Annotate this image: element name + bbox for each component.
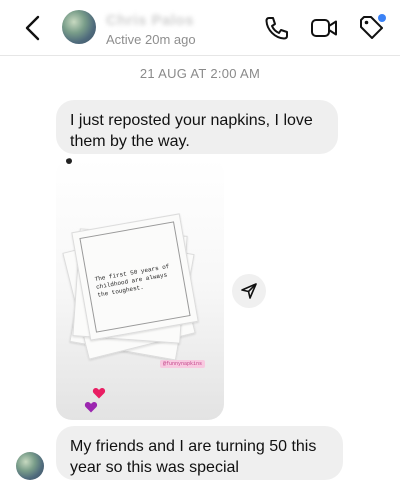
heart-icon xyxy=(84,402,98,413)
video-call-icon[interactable] xyxy=(310,15,338,41)
contact-name[interactable]: Chris Palos xyxy=(106,12,194,29)
post-handle-tag: @funnynapkins xyxy=(160,360,206,368)
message-timestamp: 21 AUG AT 2:00 AM xyxy=(139,66,261,81)
chat-header: Chris Palos Active 20m ago xyxy=(0,0,400,56)
message-bubble[interactable]: I just reposted your napkins, I love the… xyxy=(56,100,338,154)
napkin-top: The first 50 years of childhood are alwa… xyxy=(71,213,199,341)
heart-icon xyxy=(92,388,106,399)
post-indicator-dot xyxy=(66,158,72,164)
notification-dot xyxy=(378,14,386,22)
sender-avatar[interactable] xyxy=(16,452,44,480)
shared-post-card[interactable]: The first 50 years of childhood are alwa… xyxy=(56,158,224,420)
back-arrow-icon[interactable] xyxy=(20,14,46,42)
phone-icon[interactable] xyxy=(262,15,290,41)
send-icon xyxy=(241,283,257,299)
message-bubble[interactable]: My friends and I are turning 50 this yea… xyxy=(56,426,343,480)
share-button[interactable] xyxy=(232,274,266,308)
contact-avatar[interactable] xyxy=(62,10,96,44)
active-status: Active 20m ago xyxy=(106,32,196,47)
